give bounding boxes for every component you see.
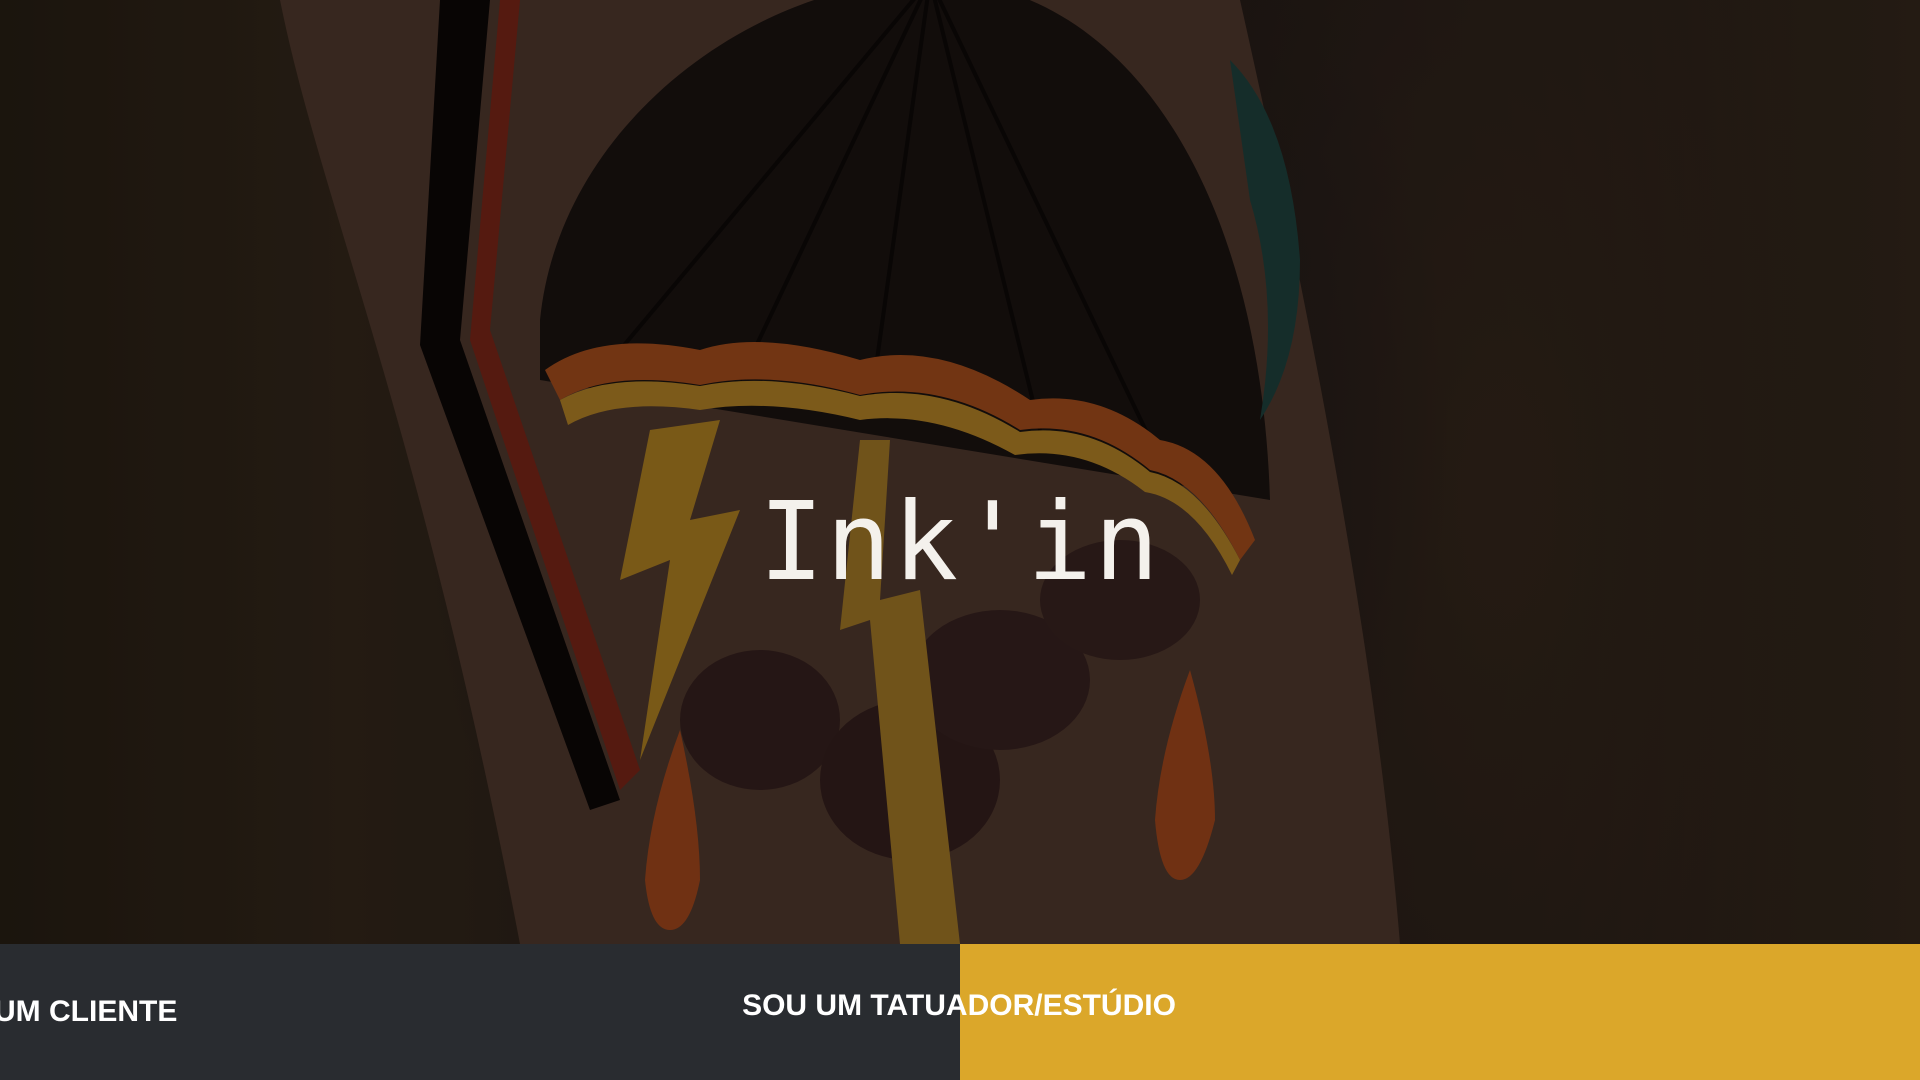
client-button-label: SOU UM CLIENTE [0,995,178,1028]
hero-dark-overlay [0,0,1920,944]
artist-studio-button[interactable]: SOU UM TATUADOR/ESTÚDIO [742,944,1920,1080]
brand-logo-text: Ink'in [758,480,1162,605]
hero-background: Ink'in [0,0,1920,944]
artist-studio-button-label: SOU UM TATUADOR/ESTÚDIO [742,989,1176,1022]
landing-page: Ink'in SOU UM CLIENTE SOU UM TATUADOR/ES… [0,0,1920,1080]
